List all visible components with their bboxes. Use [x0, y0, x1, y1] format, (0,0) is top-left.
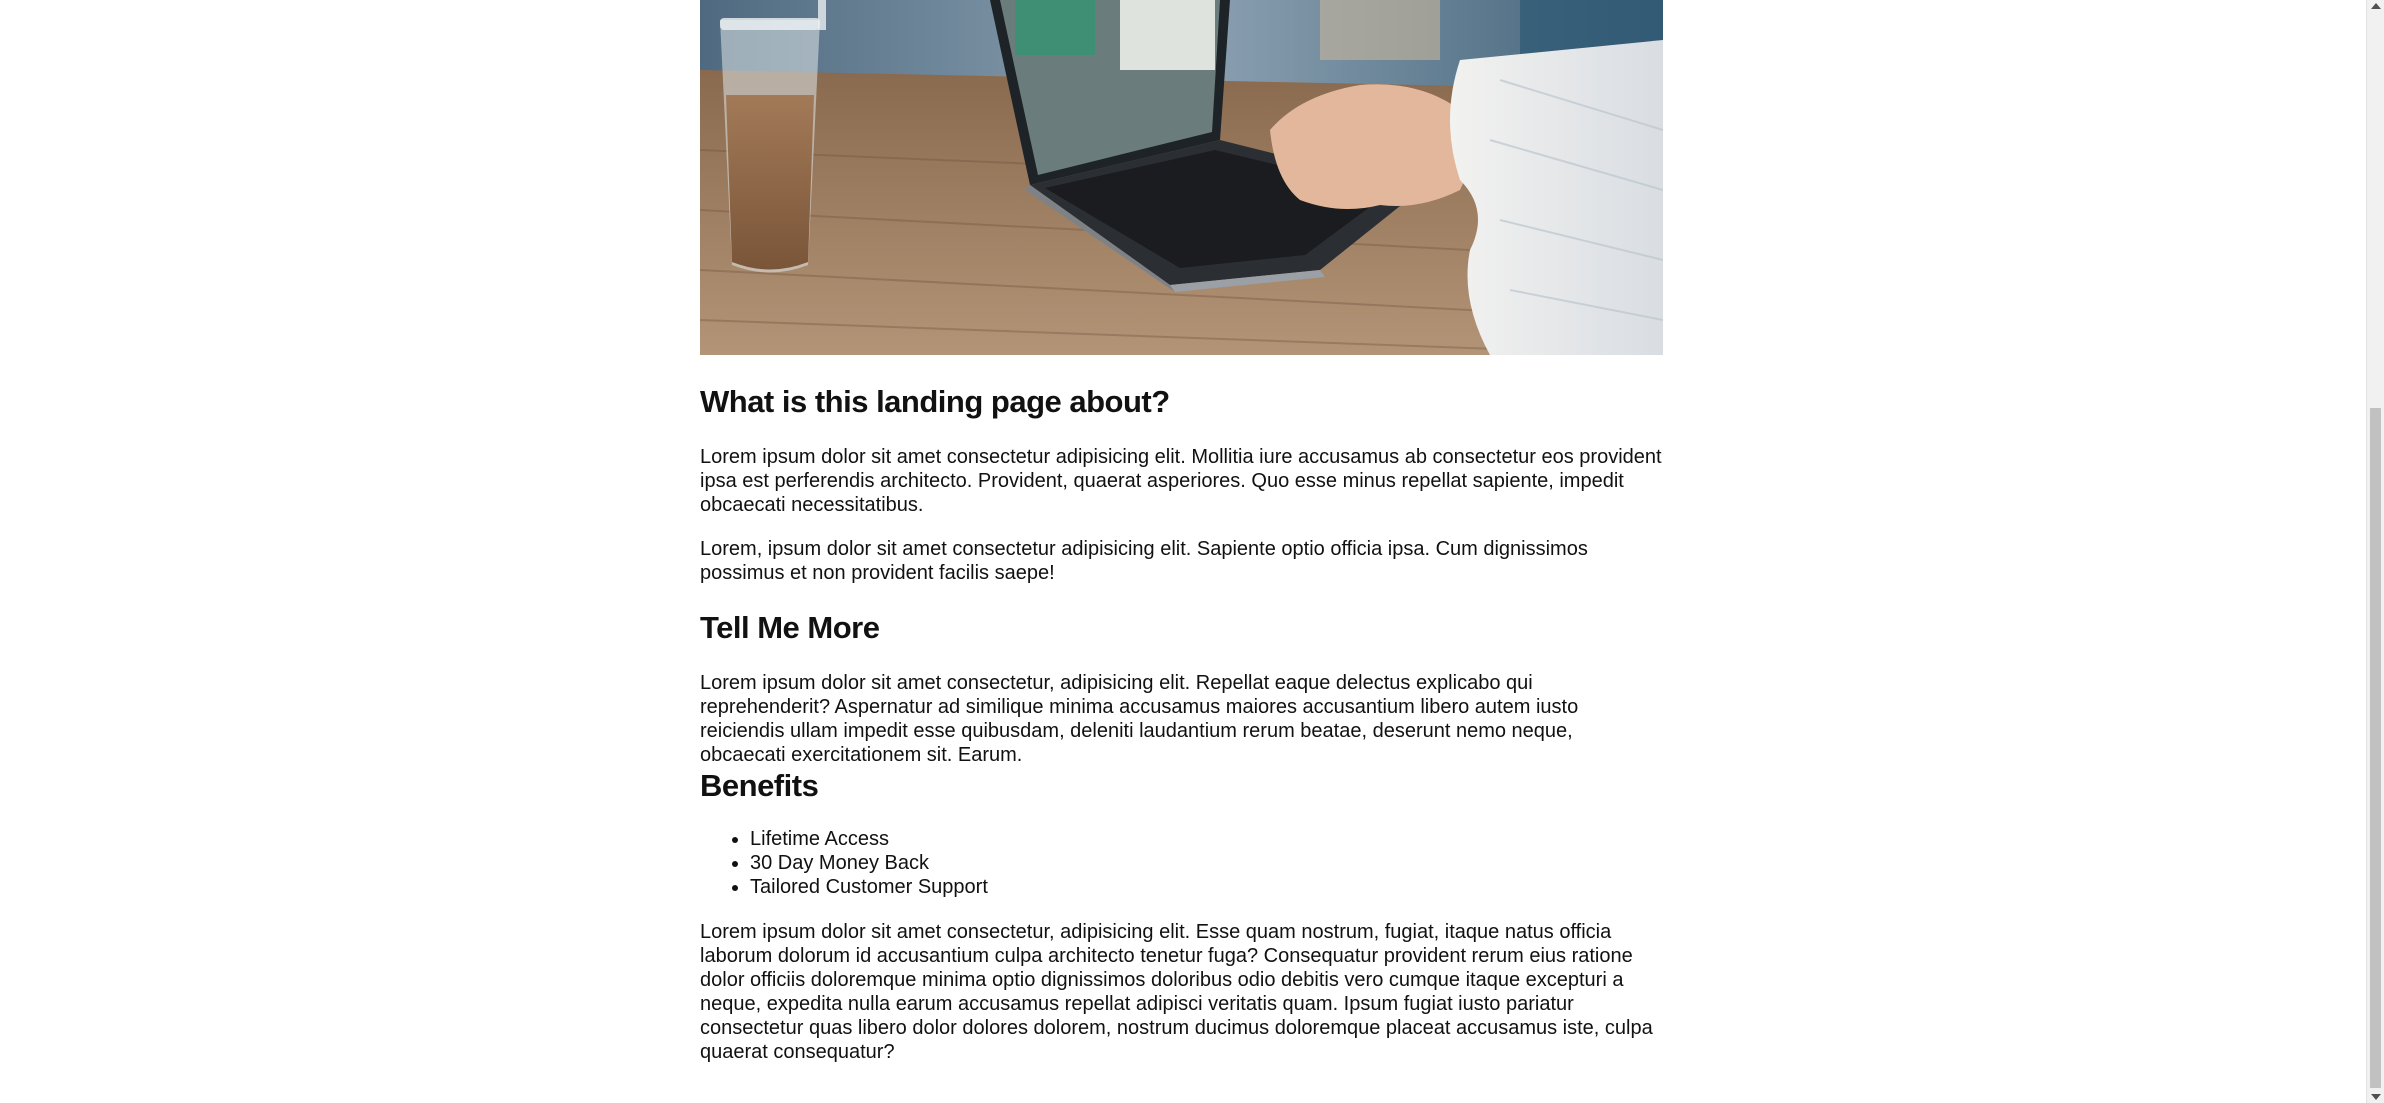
- tell-more-paragraph: Lorem ipsum dolor sit amet consectetur, …: [700, 672, 1579, 766]
- benefits-list: Lifetime Access 30 Day Money Back Tailor…: [700, 827, 988, 899]
- list-item: 30 Day Money Back: [750, 851, 988, 875]
- hero-image: [700, 0, 1663, 355]
- section-heading-about: What is this landing page about?: [700, 384, 1170, 419]
- vertical-scrollbar[interactable]: [2366, 0, 2384, 1103]
- benefits-paragraph: Lorem ipsum dolor sit amet consectetur, …: [700, 921, 1653, 1063]
- list-item: Tailored Customer Support: [750, 875, 988, 899]
- section-heading-benefits: Benefits: [700, 768, 819, 803]
- main-content: What is this landing page about? Lorem i…: [700, 0, 1663, 1063]
- scroll-down-arrow-icon[interactable]: [2371, 1094, 2381, 1100]
- section-heading-tell-more: Tell Me More: [700, 610, 880, 645]
- about-paragraph-2: Lorem, ipsum dolor sit amet consectetur …: [700, 538, 1588, 584]
- about-paragraph-1: Lorem ipsum dolor sit amet consectetur a…: [700, 446, 1662, 516]
- laptop-cafe-photo: [700, 0, 1663, 355]
- scroll-up-arrow-icon[interactable]: [2371, 3, 2381, 9]
- scrollbar-thumb[interactable]: [2370, 408, 2381, 1088]
- list-item: Lifetime Access: [750, 827, 988, 851]
